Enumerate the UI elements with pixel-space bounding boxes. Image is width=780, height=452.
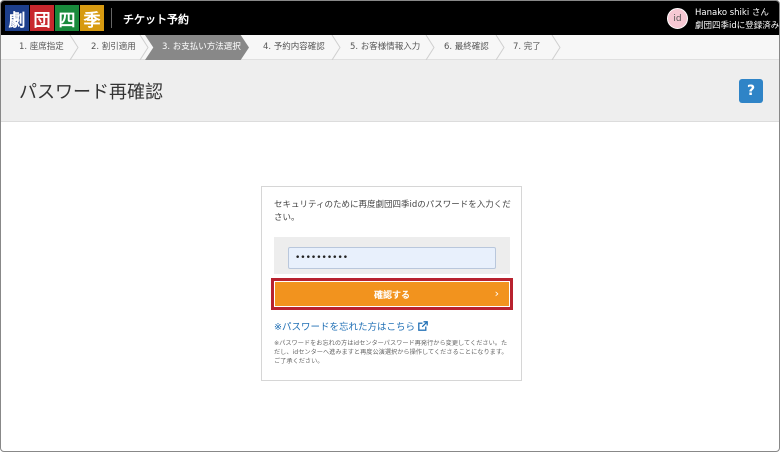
step-6-final-check: 6. 最終確認 (444, 42, 489, 52)
step-separator-icon (331, 35, 341, 60)
forgot-password-link[interactable]: ※パスワードを忘れた方はこちら (274, 319, 428, 333)
chevron-right-icon: › (494, 287, 499, 300)
shiki-logo[interactable]: 劇 団 四 季 (5, 5, 105, 31)
user-avatar[interactable]: id (667, 8, 688, 29)
help-button[interactable]: ? (739, 79, 763, 103)
user-status: 劇団四季idに登録済み (695, 21, 780, 31)
step-separator-icon (425, 35, 435, 60)
logo-char-3: 四 (55, 5, 79, 31)
forgot-password-label: ※パスワードを忘れた方はこちら (274, 322, 415, 333)
page-title-band: パスワード再確認 ? (1, 60, 779, 122)
logo-char-4: 季 (80, 5, 104, 31)
logo-char-2: 団 (30, 5, 54, 31)
confirm-button[interactable]: 確認する › (275, 282, 509, 306)
step-4-review: 4. 予約内容確認 (263, 42, 325, 52)
step-separator-icon (495, 35, 505, 60)
step-5-customer-info: 5. お客様情報入力 (350, 42, 421, 52)
password-input-area (274, 237, 510, 274)
app-frame: 劇 団 四 季 チケット予約 id Hanako shiki さん 劇団四季id… (0, 0, 780, 452)
confirm-button-label: 確認する (373, 290, 410, 301)
top-header: 劇 団 四 季 チケット予約 id Hanako shiki さん 劇団四季id… (1, 1, 780, 35)
app-title: チケット予約 (123, 13, 189, 26)
security-message: セキュリティのために再度劇団四季idのパスワードを入力ください。 (274, 200, 511, 223)
step-3-payment: 3. お支払い方法選択 (162, 42, 241, 52)
confirm-button-highlight: 確認する › (271, 278, 513, 310)
header-divider (111, 8, 112, 28)
step-separator-icon (139, 35, 149, 60)
external-link-icon (418, 321, 428, 331)
step-separator-icon (69, 35, 79, 60)
logo-char-1: 劇 (5, 5, 29, 31)
step-2-discount: 2. 割引適用 (91, 42, 136, 52)
user-name: Hanako shiki さん (695, 8, 769, 18)
step-1-seat: 1. 座席指定 (19, 42, 64, 52)
step-7-complete: 7. 完了 (513, 42, 541, 52)
page-title: パスワード再確認 (19, 82, 163, 103)
password-input[interactable] (288, 247, 496, 269)
step-separator-icon (551, 35, 561, 60)
password-confirm-card: セキュリティのために再度劇団四季idのパスワードを入力ください。 確認する › … (261, 186, 522, 381)
password-note: ※パスワードをお忘れの方はidセンターパスワード再発行から変更してください。ただ… (274, 340, 508, 365)
